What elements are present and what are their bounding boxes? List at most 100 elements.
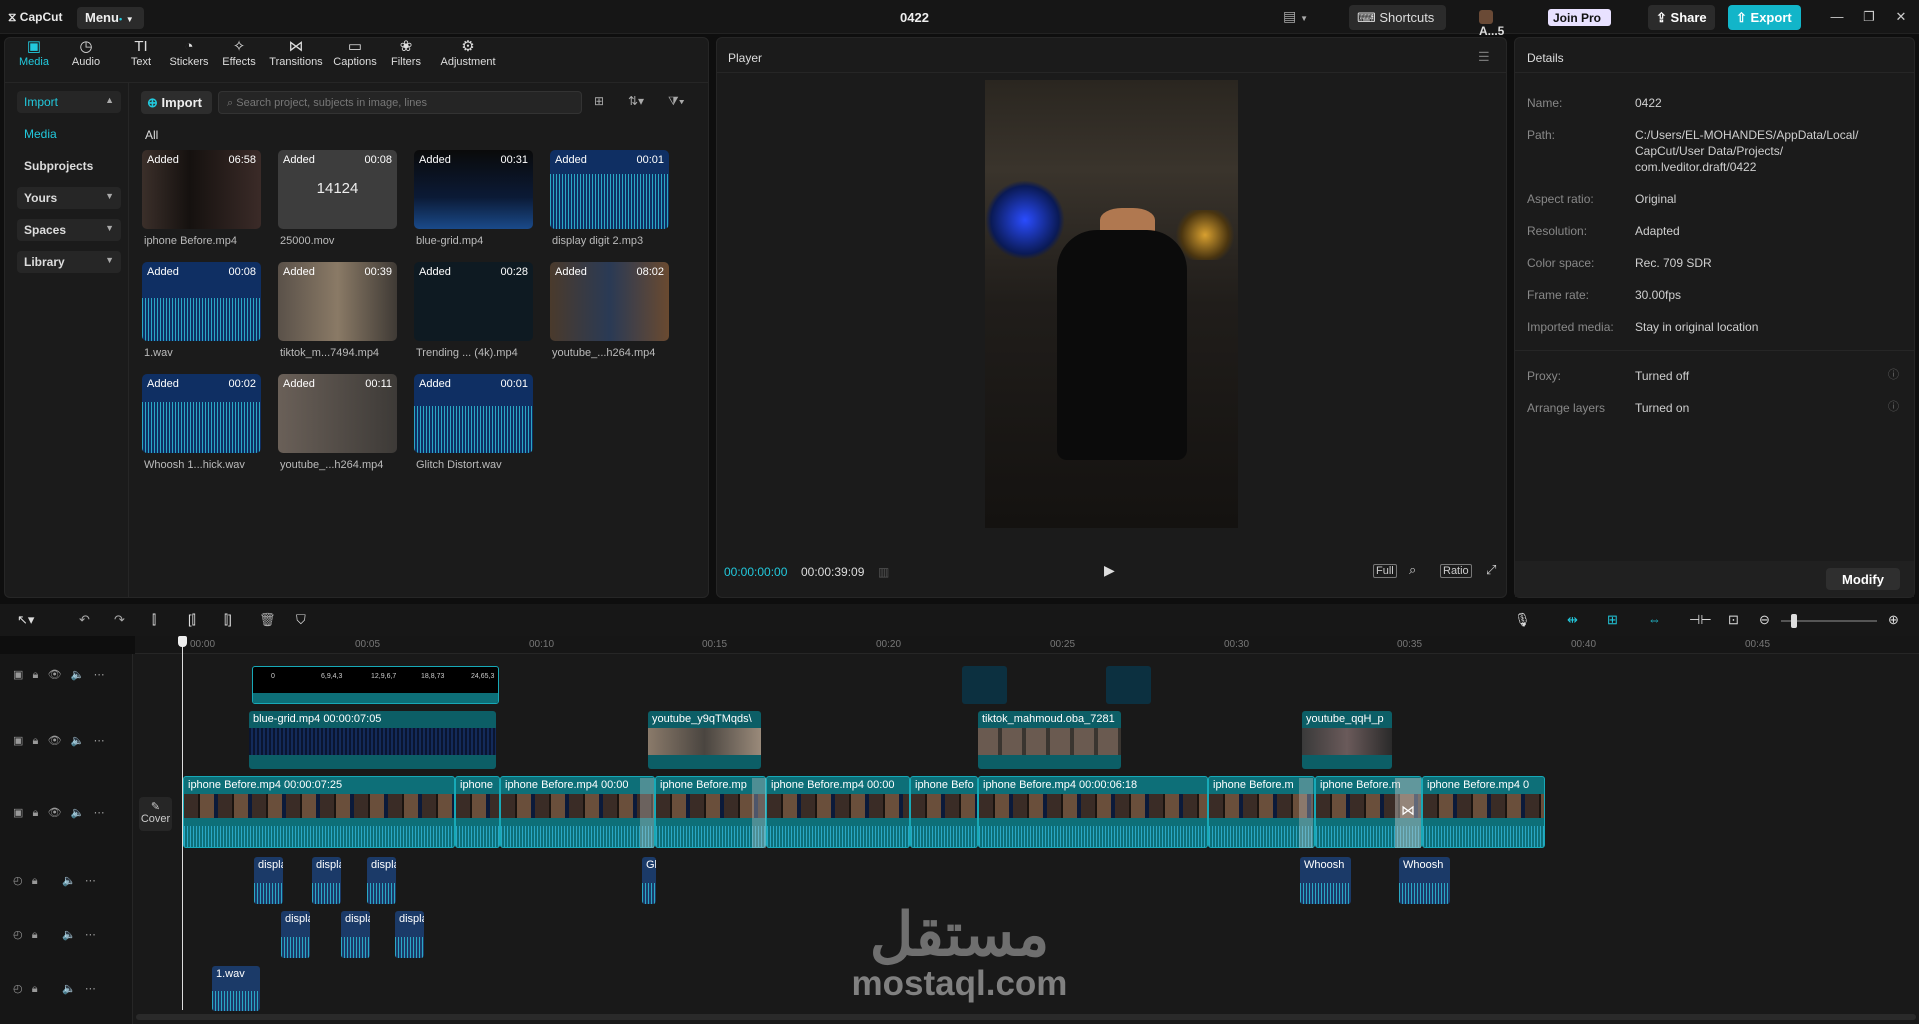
- timeline-clip[interactable]: blue-grid.mp4 00:00:07:05: [249, 711, 496, 769]
- main-clip[interactable]: iphone Before.mp: [655, 776, 766, 848]
- ratio-button[interactable]: Ratio: [1440, 564, 1472, 578]
- audio-clip[interactable]: Whoosh: [1300, 857, 1351, 904]
- media-item[interactable]: Added 00:11: [278, 374, 397, 453]
- full-button[interactable]: Full: [1373, 564, 1397, 578]
- split-icon[interactable]: ⫿: [152, 612, 156, 628]
- cover-button[interactable]: ✎ Cover: [139, 797, 172, 831]
- import-button[interactable]: ⊕ Import: [141, 91, 212, 114]
- zoom-icon[interactable]: ⌕: [1409, 562, 1416, 578]
- preview-axis-icon[interactable]: ⊣⊢: [1689, 612, 1712, 628]
- close-icon[interactable]: ✕: [1893, 9, 1909, 25]
- linkage-icon[interactable]: ⇔: [1648, 612, 1661, 627]
- audio-clip[interactable]: Gl: [642, 857, 656, 904]
- transition-icon[interactable]: ⋈: [1395, 778, 1421, 848]
- media-item[interactable]: Added 08:02: [550, 262, 669, 341]
- zoom-in-icon[interactable]: ⊕: [1888, 612, 1899, 628]
- track-controls[interactable]: ◴ 🔒︎ 🔈 ⋯: [13, 874, 96, 888]
- media-item[interactable]: Added 00:02: [142, 374, 261, 453]
- audio-clip[interactable]: Whoosh: [1399, 857, 1450, 904]
- audio-clip[interactable]: displa: [395, 911, 424, 958]
- split-right-icon[interactable]: ⫿]: [224, 612, 232, 628]
- tab-audio[interactable]: ◷ Audio: [66, 38, 106, 78]
- play-icon[interactable]: ▶: [1104, 562, 1115, 579]
- audio-clip[interactable]: displa: [312, 857, 341, 904]
- main-clip[interactable]: iphone Befo: [910, 776, 978, 848]
- main-track-magnet-icon[interactable]: ⇹: [1567, 612, 1578, 628]
- share-button[interactable]: ⇪ Share: [1648, 5, 1715, 30]
- main-clip[interactable]: iphone Before.mp4 0: [1422, 776, 1545, 848]
- split-left-icon[interactable]: [⫿: [188, 612, 196, 628]
- select-tool-icon[interactable]: ↖▾: [17, 612, 34, 628]
- menu-button[interactable]: Menu• ▼: [77, 7, 144, 29]
- audio-clip[interactable]: displa: [367, 857, 396, 904]
- search-input[interactable]: ⌕ Search project, subjects in image, lin…: [218, 91, 582, 114]
- timeline-clip[interactable]: [1106, 666, 1151, 704]
- tab-filters[interactable]: ❀ Filters: [386, 38, 426, 78]
- media-item[interactable]: Added 00:01: [414, 374, 533, 453]
- storyboard-icon[interactable]: ⊡: [1728, 612, 1739, 628]
- track-controls[interactable]: ▣ 🔒︎ 👁 🔈 ⋯: [13, 806, 105, 820]
- main-clip[interactable]: iphone Before.mp4 00:00: [766, 776, 910, 848]
- timeline-ruler[interactable]: 00:00 00:05 00:10 00:15 00:20 00:25 00:3…: [135, 636, 1919, 654]
- microphone-icon[interactable]: 🎙: [1514, 612, 1531, 628]
- timeline-clip[interactable]: 0 6,9,4,3 12,9,6,7 18,8,73 24,65,3: [252, 666, 499, 704]
- info-icon[interactable]: ⓘ: [1888, 366, 1899, 382]
- shortcuts-button[interactable]: ⌨ Shortcuts: [1349, 5, 1446, 30]
- fullscreen-icon[interactable]: ⤢: [1486, 562, 1496, 578]
- redo-icon[interactable]: ↷: [114, 612, 125, 628]
- media-item[interactable]: Added 00:28: [414, 262, 533, 341]
- timeline-clip[interactable]: youtube_y9qTMqds\: [648, 711, 761, 769]
- sidebar-item-import[interactable]: Import ▲: [17, 91, 121, 113]
- media-item[interactable]: Added 00:39: [278, 262, 397, 341]
- transition-marker[interactable]: [752, 778, 766, 848]
- track-controls[interactable]: ◴ 🔒︎ 🔈 ⋯: [13, 928, 96, 942]
- sidebar-item-spaces[interactable]: Spaces ▼: [17, 219, 121, 241]
- sidebar-item-media[interactable]: Media: [17, 123, 121, 145]
- info-icon[interactable]: ⓘ: [1888, 398, 1899, 414]
- transition-marker[interactable]: [1299, 778, 1313, 848]
- tab-effects[interactable]: ✧ Effects: [218, 38, 260, 78]
- main-clip[interactable]: iphone: [455, 776, 500, 848]
- media-item[interactable]: Added 00:01: [550, 150, 669, 229]
- tab-captions[interactable]: ▭ Captions: [330, 38, 380, 78]
- timeline-scrollbar[interactable]: [136, 1014, 1916, 1020]
- join-pro-button[interactable]: Join Pro: [1548, 9, 1611, 26]
- media-item[interactable]: Added 00:08 14124: [278, 150, 397, 229]
- tab-media[interactable]: ▣ Media: [12, 38, 56, 78]
- zoom-slider-handle[interactable]: [1791, 614, 1797, 628]
- restore-icon[interactable]: ❐: [1861, 9, 1877, 25]
- main-clip[interactable]: iphone Before.mp4 00:00:06:18: [978, 776, 1208, 848]
- timeline-clip[interactable]: tiktok_mahmoud.oba_7281: [978, 711, 1121, 769]
- media-item[interactable]: Added 00:08: [142, 262, 261, 341]
- audio-clip[interactable]: displa: [254, 857, 283, 904]
- track-controls[interactable]: ◴ 🔒︎ 🔈 ⋯: [13, 982, 96, 996]
- sort-icon[interactable]: ⇅▾: [628, 94, 644, 108]
- undo-icon[interactable]: ↶: [79, 612, 90, 628]
- tab-stickers[interactable]: ◔ Stickers: [165, 38, 213, 78]
- export-button[interactable]: ⇧ Export: [1728, 5, 1801, 30]
- layout-icon[interactable]: ▤ ▼: [1283, 8, 1321, 28]
- track-controls[interactable]: ▣ 🔒︎ 👁 🔈 ⋯: [13, 734, 105, 748]
- tab-adjustment[interactable]: ⚙ Adjustment: [436, 38, 500, 78]
- sidebar-item-library[interactable]: Library ▼: [17, 251, 121, 273]
- sidebar-item-yours[interactable]: Yours ▼: [17, 187, 121, 209]
- delete-icon[interactable]: 🗑: [259, 612, 276, 628]
- audio-clip[interactable]: displa: [281, 911, 310, 958]
- video-preview[interactable]: [985, 80, 1238, 528]
- user-account[interactable]: A...5: [1479, 9, 1519, 38]
- view-grid-icon[interactable]: ⊞: [594, 94, 604, 108]
- filter-icon[interactable]: ⧩▾: [668, 94, 685, 109]
- main-clip[interactable]: iphone Before.mp4 00:00:07:25: [183, 776, 455, 848]
- playhead-handle[interactable]: [178, 636, 187, 647]
- transition-marker[interactable]: [640, 778, 654, 848]
- tab-text[interactable]: TI Text: [123, 38, 159, 78]
- track-controls[interactable]: ▣ 🔒︎ 👁 🔈 ⋯: [13, 668, 105, 682]
- media-item[interactable]: Added 00:31: [414, 150, 533, 229]
- audio-clip[interactable]: 1.wav: [212, 966, 260, 1011]
- timeline-clip[interactable]: youtube_qqH_p: [1302, 711, 1392, 769]
- audio-clip[interactable]: displa: [341, 911, 370, 958]
- zoom-out-icon[interactable]: ⊖: [1759, 612, 1770, 628]
- sidebar-item-subprojects[interactable]: Subprojects: [17, 155, 121, 177]
- auto-snap-icon[interactable]: ⊞: [1607, 612, 1618, 628]
- playhead[interactable]: [182, 638, 183, 1010]
